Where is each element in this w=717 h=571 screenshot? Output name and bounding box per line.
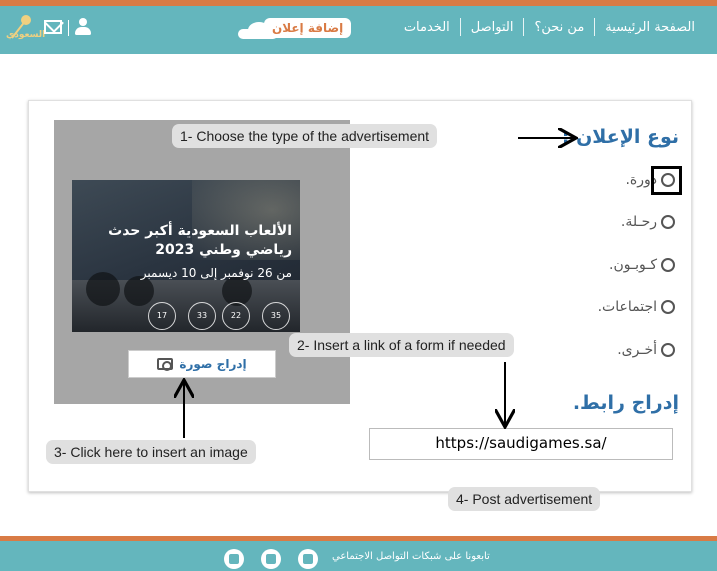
selection-highlight-box [651,166,682,195]
ad-type-heading: نوع الإعلان : [561,126,679,148]
radio-button[interactable] [661,215,675,229]
header-accent-line [0,0,717,6]
insert-image-label: إدراج صورة [179,357,247,371]
radio-option-other[interactable]: أخـرى. [617,342,675,358]
mail-icon[interactable] [44,20,62,34]
countdown-seconds: 35 [262,302,290,330]
nav-separator [523,18,525,36]
footer: تابعونا على شبكات التواصل الاجتماعي [0,536,717,571]
footer-accent-line [0,536,717,541]
image-headline: الألعاب السعودية أكبر حدث رياضي وطني 202… [108,223,292,258]
image-subtitle: من 26 نوفمبر إلى 10 ديسمبر [140,266,292,280]
insert-image-button[interactable]: إدراج صورة [128,350,276,378]
insert-link-heading: إدراج رابط. [572,392,679,414]
radio-label: اجتماعات. [597,299,657,315]
user-icon[interactable] [74,18,92,36]
header-separator [68,20,69,36]
top-header: السعودي إضافة إعلان الصفحة الرئيسية من ن… [0,0,717,54]
instagram-icon[interactable] [298,549,318,569]
twitter-icon[interactable] [224,549,244,569]
countdown-hours: 33 [188,302,216,330]
youtube-icon[interactable] [261,549,281,569]
logo-text: السعودي [6,30,46,40]
radio-label: كـوبـون. [609,257,657,273]
radio-label: رحـلة. [620,214,657,230]
radio-label: أخـرى. [617,342,657,358]
main-nav: الصفحة الرئيسية من نحن؟ التواصل الخدمات [394,18,705,36]
radio-button[interactable] [661,258,675,272]
annotation-step3: 3- Click here to insert an image [46,440,256,464]
annotation-step1: 1- Choose the type of the advertisement [172,124,438,148]
nav-home[interactable]: الصفحة الرئيسية [595,20,705,35]
countdown-timer: 17 33 22 35 [72,300,300,332]
radio-option-coupon[interactable]: كـوبـون. [609,257,675,273]
nav-contact[interactable]: التواصل [461,20,524,35]
countdown-minutes: 22 [222,302,250,330]
link-input[interactable]: https://saudigames.sa/ [369,428,673,460]
radio-button[interactable] [661,343,675,357]
radio-button[interactable] [661,300,675,314]
nav-services[interactable]: الخدمات [394,20,460,35]
add-ad-button[interactable]: إضافة إعلان [264,18,352,38]
nav-separator [459,18,461,36]
countdown-days: 17 [148,302,176,330]
annotation-step2: 2- Insert a link of a form if needed [289,333,514,357]
radio-option-meetings[interactable]: اجتماعات. [598,299,675,315]
nav-separator [594,18,596,36]
radio-option-trip[interactable]: رحـلة. [621,214,675,230]
annotation-step4: 4- Post advertisement [448,487,601,511]
footer-social-text: تابعونا على شبكات التواصل الاجتماعي [332,551,490,562]
nav-about[interactable]: من نحن؟ [524,20,594,35]
camera-icon [157,358,174,371]
